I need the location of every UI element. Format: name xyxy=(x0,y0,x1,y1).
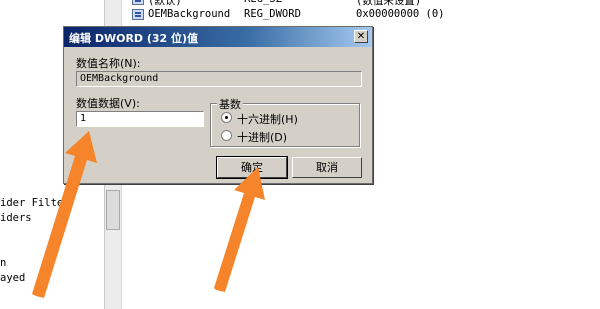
base-groupbox: 基数 十六进制(H) 十进制(D) xyxy=(210,96,360,147)
tree-item[interactable]: iders xyxy=(0,212,32,224)
list-item[interactable]: (默认) REG_SZ (数值未设置) xyxy=(122,0,600,7)
base-label: 基数 xyxy=(217,96,243,112)
value-data-label: 数值数据(V): xyxy=(76,97,140,110)
dialog-title: 编辑 DWORD (32 位)值 xyxy=(69,32,199,45)
close-icon: ✕ xyxy=(356,31,366,42)
tree-item[interactable]: n xyxy=(0,257,6,269)
radio-label: 十六进制(H) xyxy=(237,113,298,126)
close-button[interactable]: ✕ xyxy=(354,30,368,43)
value-name-label: 数值名称(N): xyxy=(76,57,141,70)
tree-scrollbar-thumb[interactable] xyxy=(106,190,120,230)
value-type: REG_SZ xyxy=(244,0,282,5)
tree-item[interactable]: ider Filter xyxy=(0,197,70,209)
value-data: 0x00000000 (0) xyxy=(356,8,445,20)
registry-value-icon xyxy=(132,0,144,5)
arrow-to-ok-button-icon xyxy=(214,167,265,292)
edit-dword-dialog: 编辑 DWORD (32 位)值 ✕ 数值名称(N): OEMBackgroun… xyxy=(63,26,373,184)
registry-value-icon xyxy=(132,9,144,20)
radio-button-checked[interactable] xyxy=(221,112,232,123)
value-name: OEMBackground xyxy=(148,8,231,20)
ok-button[interactable]: 确定 xyxy=(216,156,288,179)
value-data-field[interactable]: 1 xyxy=(76,111,204,127)
radio-button[interactable] xyxy=(221,130,232,141)
list-item[interactable]: OEMBackground REG_DWORD 0x00000000 (0) xyxy=(122,7,600,22)
cancel-button[interactable]: 取消 xyxy=(292,157,362,178)
dialog-titlebar[interactable]: 编辑 DWORD (32 位)值 ✕ xyxy=(64,27,372,47)
value-type: REG_DWORD xyxy=(244,8,301,20)
value-name-field: OEMBackground xyxy=(76,71,362,87)
radio-label: 十进制(D) xyxy=(237,131,288,144)
tree-item[interactable]: ayed xyxy=(0,272,25,284)
